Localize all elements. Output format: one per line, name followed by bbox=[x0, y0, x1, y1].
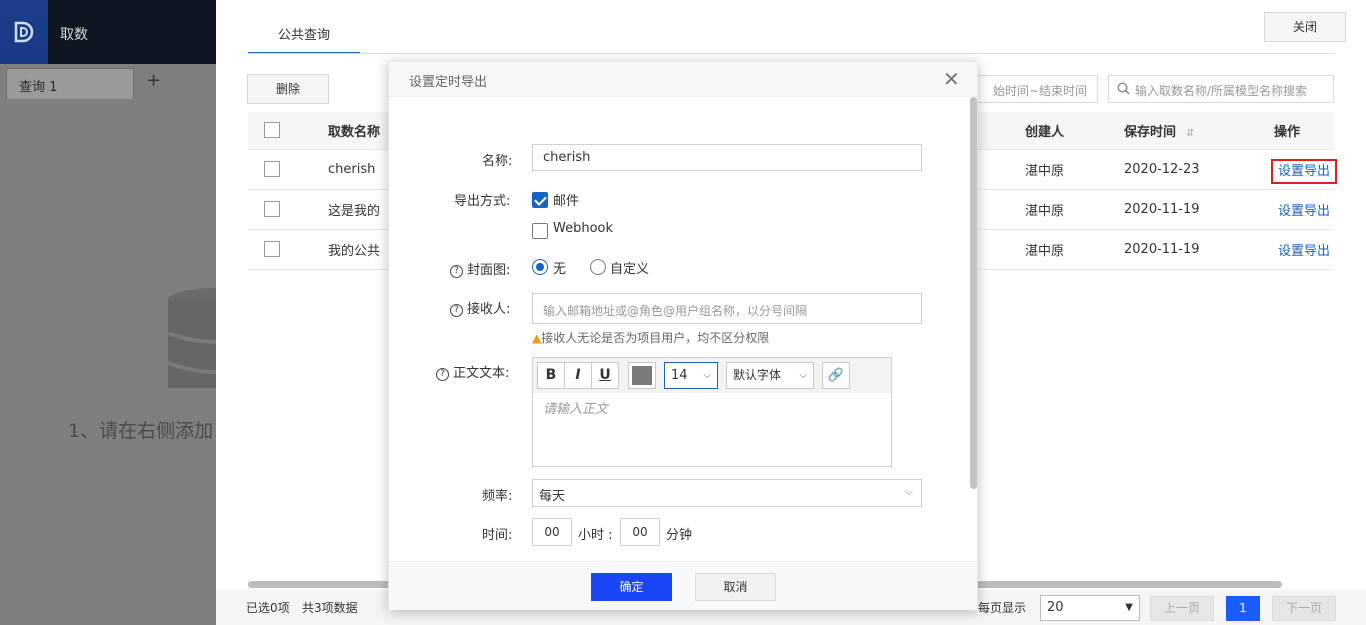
help-icon[interactable]: ? bbox=[450, 304, 463, 317]
editor-body-placeholder[interactable]: 请输入正文 bbox=[543, 398, 608, 417]
total-count: 共3项数据 bbox=[302, 601, 358, 615]
warning-icon: ▲ bbox=[532, 331, 542, 345]
dialog-scrollbar[interactable] bbox=[970, 97, 977, 489]
dialog-title: 设置定时导出 bbox=[409, 75, 488, 90]
row-creator: 湛中原 bbox=[1025, 149, 1124, 190]
row-saved-time: 2020-12-23 bbox=[1124, 149, 1274, 190]
row-checkbox[interactable] bbox=[264, 161, 280, 177]
name-label: 名称: bbox=[482, 154, 513, 169]
minute-input[interactable]: 00 bbox=[620, 518, 660, 546]
empty-hint: 1、请在右侧添加 bbox=[68, 420, 214, 442]
column-creator: 创建人 bbox=[1025, 112, 1124, 150]
selected-count: 已选0项 bbox=[246, 601, 290, 615]
confirm-button[interactable]: 确定 bbox=[591, 573, 672, 601]
row-creator: 湛中原 bbox=[1025, 229, 1124, 270]
webhook-checkbox[interactable] bbox=[532, 223, 548, 239]
close-button[interactable]: 关闭 bbox=[1264, 12, 1346, 42]
set-export-link[interactable]: 设置导出 bbox=[1270, 158, 1338, 184]
recipient-label: ? 接收人: bbox=[450, 298, 510, 317]
cover-label-text: 封面图: bbox=[467, 263, 511, 278]
rich-text-editor: B I U 14 ⌵ 默认字体 ⌵ 🔗 请输入正文 bbox=[532, 357, 892, 467]
cancel-button[interactable]: 取消 bbox=[695, 573, 776, 601]
help-icon[interactable]: ? bbox=[436, 368, 449, 381]
underline-icon[interactable]: U bbox=[591, 362, 619, 389]
hour-unit: 小时 : bbox=[578, 528, 613, 543]
column-saved-time[interactable]: 保存时间 ⇵ bbox=[1124, 112, 1274, 150]
export-method-label: 导出方式: bbox=[454, 194, 511, 209]
row-checkbox[interactable] bbox=[264, 241, 280, 257]
recipient-warning: ▲接收人无论是否为项目用户，均不区分权限 bbox=[532, 329, 769, 346]
text-color-button[interactable] bbox=[628, 362, 656, 389]
link-icon[interactable]: 🔗 bbox=[822, 362, 850, 389]
database-icon bbox=[166, 288, 265, 402]
font-size-select[interactable]: 14 ⌵ bbox=[664, 362, 718, 389]
page-button-1[interactable]: 1 bbox=[1226, 596, 1260, 621]
help-icon[interactable]: ? bbox=[450, 265, 463, 278]
close-icon[interactable]: ✕ bbox=[943, 67, 960, 91]
next-page-button[interactable]: 下一页 bbox=[1272, 596, 1336, 621]
recipient-warning-text: 接收人无论是否为项目用户，均不区分权限 bbox=[541, 331, 770, 345]
per-page-value: 20 bbox=[1047, 600, 1064, 615]
app-title: 取数 bbox=[60, 27, 88, 43]
select-all-checkbox[interactable] bbox=[264, 122, 280, 139]
per-page-select[interactable]: 20 ▼ bbox=[1040, 595, 1140, 621]
row-saved-time: 2020-11-19 bbox=[1124, 189, 1274, 230]
email-option-label: 邮件 bbox=[553, 194, 580, 209]
chevron-down-icon: ▼ bbox=[1125, 602, 1133, 613]
recipient-label-text: 接收人: bbox=[467, 302, 511, 317]
color-swatch-icon bbox=[632, 366, 652, 385]
name-input[interactable]: cherish bbox=[532, 144, 922, 171]
body-text-label: ? 正文文本: bbox=[436, 362, 509, 381]
font-family-value: 默认字体 bbox=[733, 368, 782, 382]
tab-query-1[interactable]: 查询 1 bbox=[6, 68, 134, 99]
font-size-value: 14 bbox=[671, 368, 688, 383]
search-input[interactable]: 输入取数名称/所属模型名称搜索 bbox=[1108, 75, 1334, 103]
cover-custom-label: 自定义 bbox=[610, 262, 650, 277]
scheduled-export-dialog: 设置定时导出 ✕ 名称: cherish 导出方式: 邮件 Webhook ? 封… bbox=[388, 61, 978, 610]
webhook-option-label: Webhook bbox=[553, 221, 614, 236]
cover-none-label: 无 bbox=[553, 262, 567, 277]
body-text-label-text: 正文文本: bbox=[453, 366, 510, 381]
minute-unit: 分钟 bbox=[666, 528, 693, 543]
chevron-down-icon: ⌵ bbox=[904, 485, 913, 498]
add-tab-button[interactable]: + bbox=[146, 70, 161, 91]
recipient-input[interactable]: 输入邮箱地址或@角色@用户组名称，以分号间隔 bbox=[532, 293, 922, 324]
frequency-select[interactable]: 每天 ⌵ bbox=[532, 479, 922, 507]
per-page-label: 每页显示 bbox=[978, 601, 1027, 615]
prev-page-button[interactable]: 上一页 bbox=[1150, 596, 1214, 621]
italic-icon[interactable]: I bbox=[564, 362, 592, 389]
dialog-footer: 确定 取消 bbox=[389, 561, 977, 610]
editor-toolbar: B I U 14 ⌵ 默认字体 ⌵ 🔗 bbox=[533, 358, 891, 393]
chevron-down-icon: ⌵ bbox=[799, 370, 807, 381]
search-placeholder: 输入取数名称/所属模型名称搜索 bbox=[1135, 84, 1308, 98]
email-checkbox[interactable] bbox=[532, 192, 548, 208]
chevron-down-icon: ⌵ bbox=[703, 370, 711, 381]
set-export-link[interactable]: 设置导出 bbox=[1274, 244, 1330, 259]
row-saved-time: 2020-11-19 bbox=[1124, 229, 1274, 270]
cover-label: ? 封面图: bbox=[450, 259, 510, 278]
app-topbar: 取数 bbox=[0, 0, 216, 64]
font-family-select[interactable]: 默认字体 ⌵ bbox=[726, 362, 814, 389]
delete-button[interactable]: 删除 bbox=[247, 74, 329, 104]
bold-icon[interactable]: B bbox=[537, 362, 565, 389]
frequency-label: 频率: bbox=[482, 489, 513, 504]
row-creator: 湛中原 bbox=[1025, 189, 1124, 230]
tab-public-query[interactable]: 公共查询 bbox=[248, 16, 360, 54]
column-saved-time-label: 保存时间 bbox=[1124, 124, 1177, 140]
frequency-value: 每天 bbox=[539, 489, 566, 504]
row-checkbox[interactable] bbox=[264, 201, 280, 217]
tab-divider bbox=[248, 53, 1334, 54]
set-export-link[interactable]: 设置导出 bbox=[1274, 204, 1330, 219]
hour-input[interactable]: 00 bbox=[532, 518, 572, 546]
time-label: 时间: bbox=[482, 528, 513, 543]
dialog-header: 设置定时导出 ✕ bbox=[389, 62, 977, 97]
cover-none-radio[interactable] bbox=[532, 259, 548, 275]
search-icon bbox=[1117, 82, 1130, 98]
logo-icon bbox=[0, 0, 48, 64]
column-action: 操作 bbox=[1274, 112, 1334, 150]
cover-custom-radio[interactable] bbox=[590, 259, 606, 275]
sort-icon[interactable]: ⇵ bbox=[1186, 128, 1194, 139]
